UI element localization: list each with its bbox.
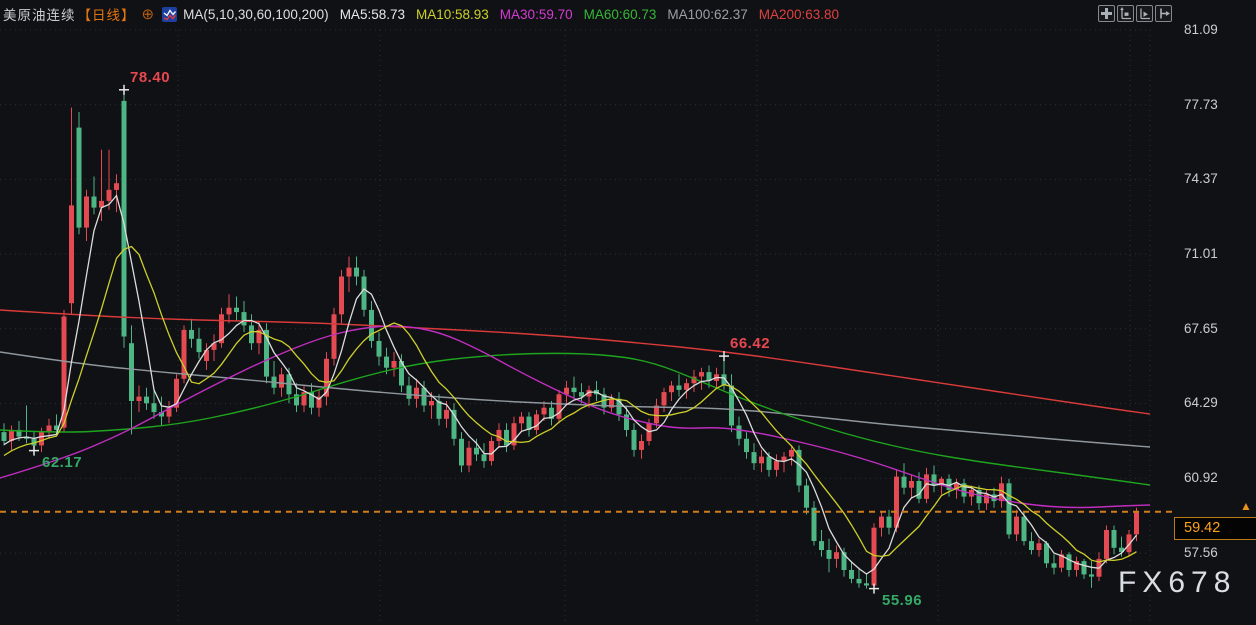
price-annotation-low: 62.17	[42, 454, 82, 471]
axis-tick-label: 77.73	[1184, 97, 1218, 112]
last-price-tag: 59.42	[1174, 517, 1256, 540]
price-annotation-high: 66.42	[730, 335, 770, 352]
axis-tick-label: 60.92	[1184, 470, 1218, 485]
chart-header: 美原油连续 【日线】 ⊕ MA(5,10,30,60,100,200) MA5:…	[0, 0, 1256, 28]
axis-tick-label: 71.01	[1184, 246, 1218, 261]
ma-formula-label: MA(5,10,30,60,100,200)	[183, 7, 329, 22]
ma-value-label: MA5:58.73	[340, 7, 405, 22]
kline-chart-icon[interactable]	[162, 7, 177, 22]
axis-tick-label: 57.56	[1184, 545, 1218, 560]
ma-value-label: MA10:58.93	[416, 7, 489, 22]
axis-tick-label: 64.29	[1184, 395, 1218, 410]
candlestick-chart-canvas[interactable]	[0, 0, 1256, 625]
price-annotation-high: 78.40	[130, 69, 170, 86]
ma-value-label: MA100:62.37	[667, 7, 747, 22]
add-indicator-icon[interactable]: ⊕	[142, 7, 155, 22]
move-icon[interactable]	[1098, 5, 1115, 22]
chart-toolbar	[1098, 5, 1172, 22]
ma-value-label: MA30:59.70	[500, 7, 573, 22]
timeframe-label[interactable]: 【日线】	[78, 4, 136, 24]
trading-chart-window: 美原油连续 【日线】 ⊕ MA(5,10,30,60,100,200) MA5:…	[0, 0, 1256, 625]
axis-tick-label: 74.37	[1184, 171, 1218, 186]
panel-play-icon[interactable]	[1136, 5, 1153, 22]
axis-tick-label: 67.65	[1184, 321, 1218, 336]
ma-values: MA5:58.73 MA10:58.93 MA30:59.70 MA60:60.73 M…	[329, 7, 839, 22]
ma-value-label: MA60:60.73	[584, 7, 657, 22]
ma-value-label: MA200:63.80	[759, 7, 839, 22]
panel-shift-left-icon[interactable]	[1117, 5, 1134, 22]
symbol-name: 美原油连续	[3, 4, 76, 24]
panel-shift-right-icon[interactable]	[1155, 5, 1172, 22]
price-annotation-low: 55.96	[882, 592, 922, 609]
price-alert-icon[interactable]: ▲	[1240, 500, 1252, 512]
